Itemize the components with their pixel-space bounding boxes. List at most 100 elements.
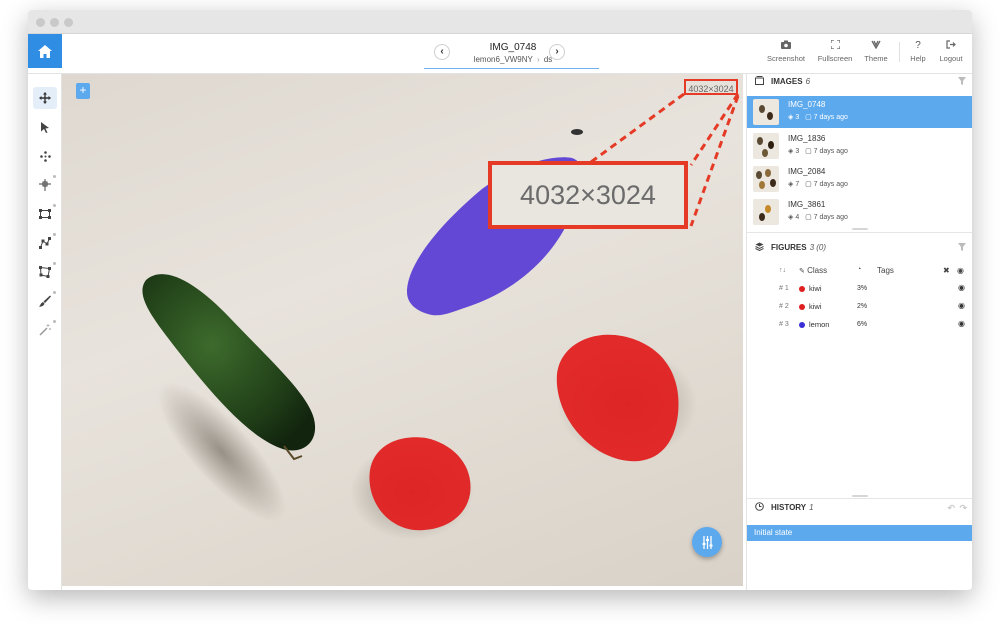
- brush-icon: [39, 295, 51, 307]
- callout-line-top: [590, 92, 685, 164]
- images-resize-handle[interactable]: [852, 228, 868, 230]
- bounding-box-icon: [39, 209, 51, 219]
- clock-icon: [755, 500, 764, 516]
- adjust-settings-button[interactable]: [692, 527, 722, 557]
- anchor-tool[interactable]: [33, 174, 57, 196]
- tools-sidebar: [28, 74, 62, 590]
- app-window: ‹ IMG_0748 › lemon6_VW9NY › ds Screensho…: [28, 10, 972, 590]
- polygon-tool[interactable]: [33, 261, 57, 283]
- camera-icon: [764, 40, 808, 52]
- images-filter-icon[interactable]: [958, 74, 966, 90]
- fullscreen-button[interactable]: Fullscreen: [812, 39, 858, 63]
- theme-icon: [860, 40, 892, 52]
- breadcrumb: lemon6_VW9NY › ds: [443, 55, 583, 64]
- image-meta: ◈ 4 ▢ 7 days ago: [788, 214, 848, 221]
- window-maximize-dot[interactable]: [64, 18, 73, 27]
- fullscreen-icon: [812, 39, 858, 52]
- figures-divider: [747, 498, 972, 499]
- image-canvas[interactable]: + 4032×3024 4032×3024: [62, 74, 743, 586]
- eye-icon[interactable]: ◉: [957, 266, 964, 275]
- sort-icon[interactable]: ↑↓: [779, 267, 786, 274]
- image-item[interactable]: IMG_0748 ◈ 3 ▢ 7 days ago: [747, 96, 972, 128]
- images-icon: [755, 74, 764, 90]
- image-meta: ◈ 3 ▢ 7 days ago: [788, 114, 848, 121]
- image-item[interactable]: IMG_1836 ◈ 3 ▢ 7 days ago: [747, 130, 972, 162]
- figure-class: kiwi: [809, 302, 822, 311]
- image-item[interactable]: IMG_2084 ◈ 7 ▢ 7 days ago: [747, 163, 972, 195]
- image-thumbnail: [753, 133, 779, 159]
- calendar-icon: ▢: [805, 214, 812, 221]
- figure-row[interactable]: # 1 kiwi 3% ◉: [747, 281, 972, 297]
- callout-line-right-bottom: [689, 95, 740, 227]
- pan-tool[interactable]: [33, 87, 57, 109]
- area-column-icon[interactable]: ◔: [857, 266, 861, 273]
- toolbar-separator: [899, 42, 900, 62]
- logout-icon: [934, 40, 968, 52]
- home-button[interactable]: [28, 34, 62, 68]
- image-item[interactable]: IMG_3861 ◈ 4 ▢ 7 days ago: [747, 196, 972, 228]
- top-bar: ‹ IMG_0748 › lemon6_VW9NY › ds Screensho…: [28, 34, 972, 74]
- logout-label: Logout: [939, 54, 963, 63]
- image-name: IMG_3861: [788, 200, 826, 209]
- help-button[interactable]: ? Help: [904, 40, 932, 63]
- history-item[interactable]: Initial state: [747, 525, 972, 541]
- image-name: IMG_0748: [788, 100, 826, 109]
- screenshot-label: Screenshot: [767, 54, 805, 63]
- sliders-icon: [702, 535, 712, 549]
- images-header: IMAGES 6: [747, 74, 972, 90]
- home-icon: [38, 44, 52, 58]
- right-panel: IMAGES 6 IMG_0748 ◈ 3 ▢ 7 days ago IMG_18…: [746, 74, 972, 590]
- class-column-header[interactable]: ✎ Class: [799, 266, 827, 275]
- figure-row[interactable]: # 3 lemon 6% ◉: [747, 317, 972, 333]
- logout-button[interactable]: Logout: [934, 40, 968, 63]
- class-color-dot: [799, 322, 805, 328]
- window-close-dot[interactable]: [36, 18, 45, 27]
- calendar-icon: ▢: [805, 148, 812, 155]
- history-title: HISTORY: [771, 503, 807, 512]
- smart-tool[interactable]: [33, 319, 57, 341]
- trash-icon[interactable]: ✖: [943, 266, 950, 275]
- figure-area: 6%: [857, 321, 868, 328]
- image-thumbnail: [753, 99, 779, 125]
- breadcrumb-underline: [424, 68, 599, 69]
- redo-icon[interactable]: ↷: [959, 500, 967, 516]
- layers-icon: ◈: [788, 148, 794, 155]
- calendar-icon: ▢: [805, 114, 812, 121]
- bbox-tool[interactable]: [33, 203, 57, 225]
- image-meta: ◈ 3 ▢ 7 days ago: [788, 148, 848, 155]
- class-color-dot: [799, 304, 805, 310]
- layers-icon: ◈: [788, 214, 794, 221]
- resolution-zoom-callout: 4032×3024: [488, 161, 688, 229]
- brush-tool[interactable]: [33, 290, 57, 312]
- layers-stack-icon: [755, 240, 764, 256]
- images-divider: [747, 232, 972, 233]
- fullscreen-label: Fullscreen: [817, 54, 853, 63]
- figures-title: FIGURES: [771, 243, 807, 252]
- breadcrumb-dataset[interactable]: ds: [544, 55, 552, 64]
- visibility-eye-icon[interactable]: ◉: [958, 283, 965, 292]
- screenshot-button[interactable]: Screenshot: [764, 40, 808, 63]
- visibility-eye-icon[interactable]: ◉: [958, 319, 965, 328]
- points-tool[interactable]: [33, 145, 57, 167]
- breadcrumb-project[interactable]: lemon6_VW9NY: [474, 55, 533, 64]
- magic-wand-icon: [39, 324, 51, 336]
- undo-icon[interactable]: ↶: [947, 500, 955, 516]
- window-titlebar: [28, 10, 972, 34]
- figures-resize-handle[interactable]: [852, 495, 868, 497]
- image-name: IMG_2084: [788, 167, 826, 176]
- figure-row[interactable]: # 2 kiwi 2% ◉: [747, 299, 972, 315]
- add-button[interactable]: +: [76, 83, 90, 99]
- polyline-tool[interactable]: [33, 232, 57, 254]
- figure-class: lemon: [809, 320, 830, 329]
- figures-count: 3 (0): [809, 243, 827, 252]
- figures-filter-icon[interactable]: [958, 240, 966, 256]
- calendar-icon: ▢: [805, 181, 812, 188]
- points-icon: [39, 150, 51, 162]
- images-count: 6: [805, 77, 811, 86]
- select-tool[interactable]: [33, 116, 57, 138]
- image-thumbnail: [753, 166, 779, 192]
- window-minimize-dot[interactable]: [50, 18, 59, 27]
- tags-column-header[interactable]: Tags: [877, 266, 894, 275]
- visibility-eye-icon[interactable]: ◉: [958, 301, 965, 310]
- theme-button[interactable]: Theme: [860, 40, 892, 63]
